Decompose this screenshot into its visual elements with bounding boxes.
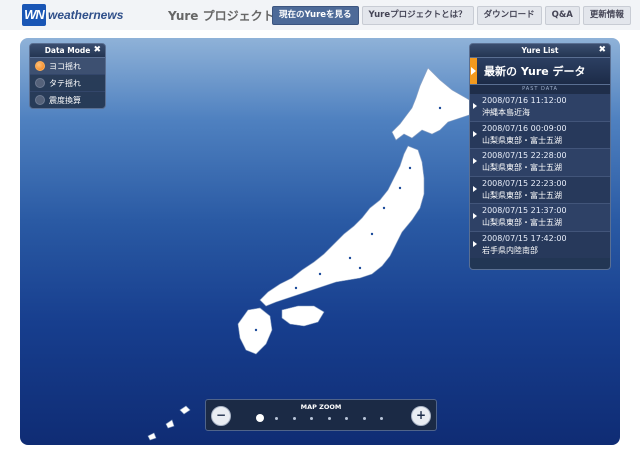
entry-place: 沖縄本島近海 [482,108,530,117]
yure-list-close-icon[interactable]: ✖ [598,44,606,57]
data-mode-option-shindo[interactable]: 震度換算 [30,92,105,108]
radio-icon [35,78,45,88]
zoom-slider-knob[interactable] [256,414,264,422]
station-marker [348,256,352,260]
station-marker [438,106,442,110]
play-arrow-icon [470,58,477,84]
station-marker [294,286,298,290]
zoom-level-tick[interactable] [327,417,331,420]
data-mode-close-icon[interactable]: ✖ [93,44,101,57]
yure-entry[interactable]: 2008/07/16 11:12:00 沖縄本島近海 [470,94,610,122]
zoom-level-tick[interactable] [362,417,366,420]
yure-entry-list: 2008/07/16 11:12:00 沖縄本島近海 2008/07/16 00… [470,94,610,258]
data-mode-option-label: タテ揺れ [49,78,81,88]
station-marker [408,166,412,170]
entry-date: 2008/07/16 00:09:00 [482,123,567,133]
entry-date: 2008/07/15 22:23:00 [482,178,567,188]
ryukyu-islands-shape [147,405,191,441]
yure-list-title: Yure List ✖ [470,44,610,58]
page-title: Yure プロジェクト [168,9,275,23]
play-arrow-icon [473,158,477,164]
zoom-level-tick[interactable] [380,417,383,420]
hokkaido-shape [391,67,477,141]
yure-list-panel: Yure List ✖ 最新の Yure データ PAST DATA 2008/… [469,43,611,270]
station-marker [382,206,386,210]
entry-place: 山梨県東部・富士五湖 [482,163,562,172]
zoom-level-tick[interactable] [310,417,314,420]
zoom-slider[interactable] [256,414,386,422]
yure-entry[interactable]: 2008/07/15 21:37:00 山梨県東部・富士五湖 [470,204,610,232]
entry-place: 山梨県東部・富士五湖 [482,135,562,145]
kyushu-shape [237,307,273,355]
yure-entry[interactable]: 2008/07/15 17:42:00 岩手県内陸南部 [470,231,610,258]
weathernews-logo-mark[interactable]: WN [22,4,46,26]
entry-date: 2008/07/15 21:37:00 [482,206,567,215]
honshu-shape [259,145,425,307]
entry-date: 2008/07/15 17:42:00 [482,233,567,243]
nav-qa[interactable]: Q&A [544,6,580,25]
shikoku-shape [281,305,325,327]
data-mode-option-yoko[interactable]: ヨコ揺れ [30,58,105,75]
data-mode-title: Data Mode ✖ [30,44,105,58]
entry-place: 山梨県東部・富士五湖 [482,218,562,227]
yure-entry[interactable]: 2008/07/16 00:09:00 山梨県東部・富士五湖 [470,121,610,149]
nav-about-project[interactable]: Yureプロジェクトとは？ [361,6,474,25]
zoom-level-tick[interactable] [292,417,296,420]
station-marker [358,266,362,270]
zoom-level-tick[interactable] [275,417,279,420]
station-marker [370,232,374,236]
zoom-in-icon[interactable]: + [411,406,431,426]
radio-icon [35,95,45,105]
radio-selected-icon [35,61,45,71]
zoom-level-tick[interactable] [345,417,349,420]
header: WN weathernews Yure プロジェクト 現在のYureを見る Yu… [0,0,640,30]
entry-place: 岩手県内陸南部 [482,245,538,255]
map-zoom-control: MAP ZOOM − + [205,399,437,431]
play-arrow-icon [473,103,477,109]
latest-yure-label: 最新の Yure データ [484,65,586,78]
map-zoom-label: MAP ZOOM [300,403,342,411]
data-mode-title-text: Data Mode [44,46,91,55]
japan-map[interactable]: Data Mode ✖ ヨコ揺れ タテ揺れ 震度換算 Yure List ✖ 最… [20,38,620,445]
past-data-header: PAST DATA [470,85,610,94]
play-arrow-icon [473,213,477,219]
latest-yure-button[interactable]: 最新の Yure データ [470,58,610,85]
play-arrow-icon [473,240,477,247]
weathernews-logo-text[interactable]: weathernews [48,8,123,22]
station-marker [254,328,258,332]
nav-current-yure[interactable]: 現在のYureを見る [272,6,359,25]
nav-download[interactable]: ダウンロード [476,6,542,25]
station-marker [318,272,322,276]
data-mode-option-tate[interactable]: タテ揺れ [30,75,105,92]
data-mode-option-label: 震度換算 [49,95,81,105]
zoom-out-icon[interactable]: − [211,406,231,426]
yure-list-title-text: Yure List [521,46,559,55]
station-marker [398,186,402,190]
nav-updates[interactable]: 更新情報 [582,6,631,25]
play-arrow-icon [473,185,477,192]
data-mode-panel: Data Mode ✖ ヨコ揺れ タテ揺れ 震度換算 [29,43,106,109]
entry-date: 2008/07/16 11:12:00 [482,96,567,105]
top-nav: 現在のYureを見る Yureプロジェクトとは？ ダウンロード Q&A 更新情報 [272,6,631,25]
yure-entry[interactable]: 2008/07/15 22:23:00 山梨県東部・富士五湖 [470,176,610,204]
data-mode-option-label: ヨコ揺れ [49,61,81,71]
yure-entry[interactable]: 2008/07/15 22:28:00 山梨県東部・富士五湖 [470,149,610,177]
entry-date: 2008/07/15 22:28:00 [482,151,567,160]
play-arrow-icon [473,130,477,137]
entry-place: 山梨県東部・富士五湖 [482,190,562,200]
